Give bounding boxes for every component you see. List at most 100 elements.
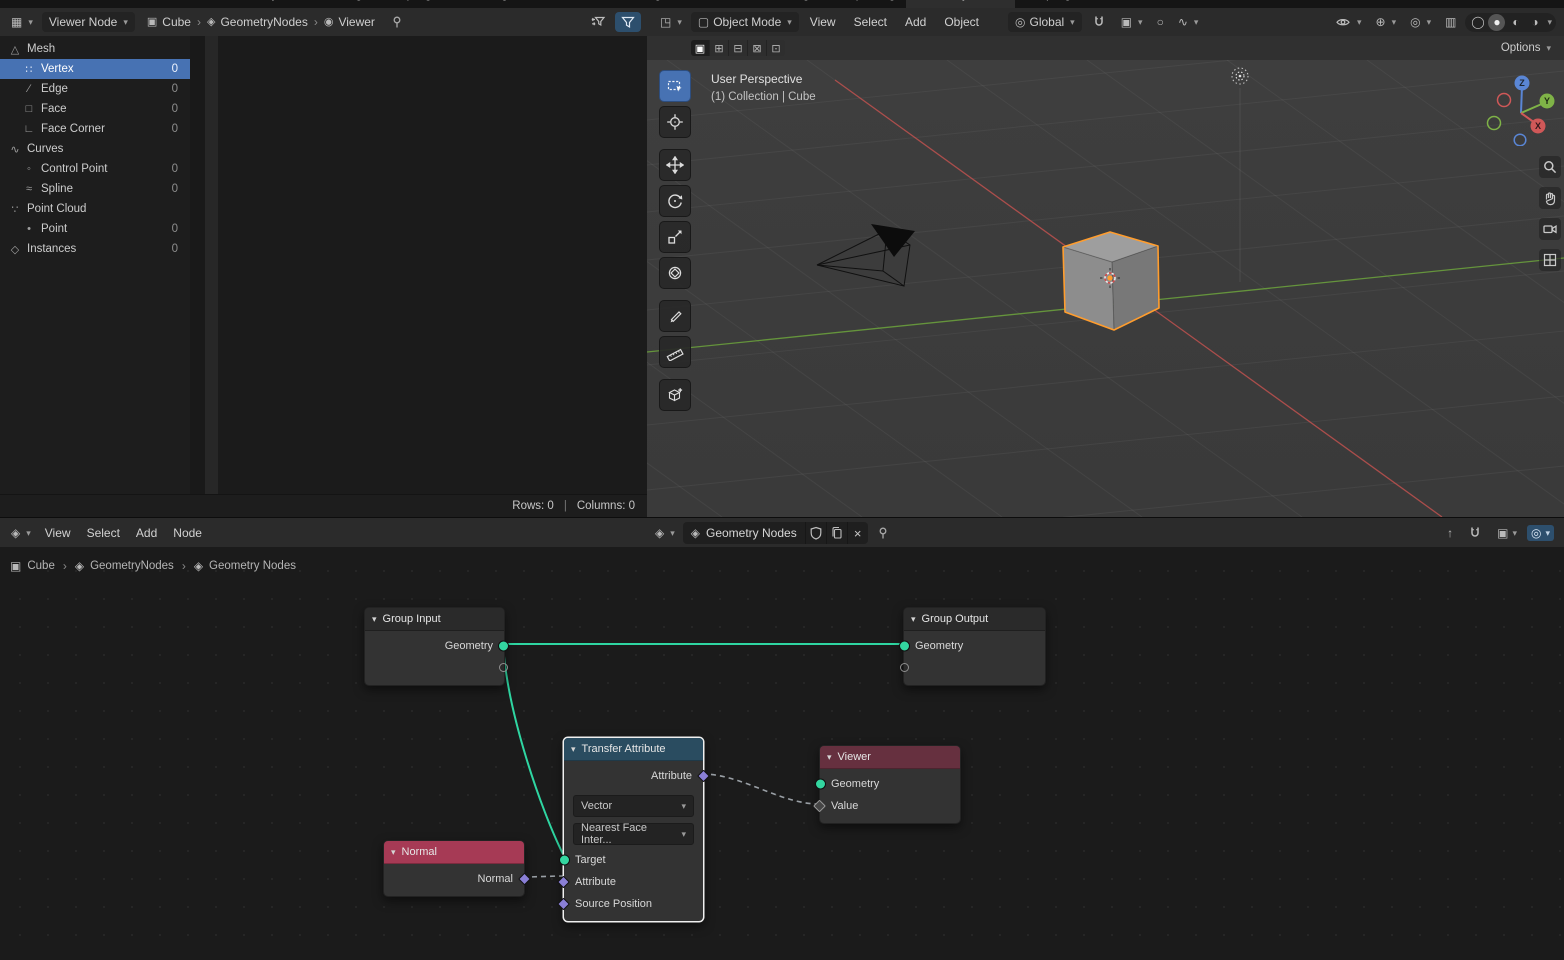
- fake-user-toggle[interactable]: [805, 522, 826, 544]
- node-header[interactable]: ▾ Group Output: [904, 608, 1045, 631]
- shading-rendered-button[interactable]: ◑: [1526, 14, 1543, 31]
- pan-button[interactable]: [1539, 187, 1561, 209]
- breadcrumb-viewer[interactable]: ◉ Viewer: [324, 15, 375, 29]
- shading-material-button[interactable]: ◐: [1507, 14, 1524, 31]
- tool-cursor[interactable]: [659, 106, 691, 138]
- zoom-button[interactable]: [1539, 156, 1561, 178]
- data-type-dropdown[interactable]: Vector ▾: [573, 795, 694, 817]
- light-object[interactable]: [1232, 68, 1248, 84]
- camera-object[interactable]: [817, 224, 915, 286]
- mapping-dropdown[interactable]: Nearest Face Inter... ▾: [573, 823, 694, 845]
- menu-select[interactable]: Select: [80, 523, 127, 543]
- node-group-output[interactable]: ▾ Group Output Geometry: [903, 607, 1046, 686]
- workspace-tab-geometry-nodes[interactable]: Geometry Nodes: [906, 0, 1015, 8]
- menu-object[interactable]: Object: [937, 12, 986, 32]
- proportional-editing-toggle[interactable]: ○: [1152, 14, 1169, 30]
- workspace-tab-layout[interactable]: Layout: [248, 0, 305, 8]
- select-mode-extend[interactable]: ⊞: [710, 40, 729, 56]
- shading-wireframe-button[interactable]: ◯: [1469, 14, 1486, 31]
- node-header[interactable]: ▾ Transfer Attribute: [564, 738, 703, 761]
- select-mode-invert[interactable]: ⊠: [748, 40, 767, 56]
- link-groupinput-target[interactable]: [503, 644, 563, 854]
- tool-rotate[interactable]: [659, 185, 691, 217]
- show-gizmo-dropdown[interactable]: ⊕ ▾: [1371, 14, 1402, 30]
- node-header[interactable]: ▾ Normal: [384, 841, 524, 864]
- tree-row-point[interactable]: • Point 0: [0, 219, 190, 239]
- unlink-button[interactable]: ×: [847, 522, 868, 544]
- link-attribute-value[interactable]: [702, 774, 819, 804]
- go-to-parent-button[interactable]: ↑: [1443, 525, 1457, 541]
- tree-row-curves[interactable]: ∿ Curves: [0, 139, 190, 159]
- workspace-tab-uv-editing[interactable]: UV Editing: [443, 0, 519, 8]
- tool-select-box[interactable]: [659, 70, 691, 102]
- new-copy-button[interactable]: [826, 522, 847, 544]
- editor-type-button[interactable]: ◳ ▾: [655, 14, 687, 30]
- tool-transform[interactable]: [659, 257, 691, 289]
- xray-toggle[interactable]: ▥: [1440, 14, 1461, 30]
- snap-with-dropdown[interactable]: ▣ ▾: [1493, 525, 1521, 541]
- nodetree-name-field[interactable]: ◈ Geometry Nodes: [683, 522, 805, 544]
- filter-button[interactable]: [615, 12, 641, 32]
- workspace-tab-rendering[interactable]: Rendering: [745, 0, 820, 8]
- tree-row-edge[interactable]: ∕ Edge 0: [0, 79, 190, 99]
- workspace-tab-animation[interactable]: Animation: [672, 0, 745, 8]
- select-mode-set[interactable]: ▣: [691, 40, 710, 56]
- tool-add-cube[interactable]: [659, 379, 691, 411]
- snap-toggle[interactable]: [1086, 12, 1112, 32]
- snap-toggle[interactable]: [1463, 523, 1487, 543]
- menu-node[interactable]: Node: [166, 523, 209, 543]
- transform-orientation-dropdown[interactable]: ◎ Global ▾: [1008, 12, 1082, 32]
- pin-button[interactable]: [871, 524, 895, 542]
- tool-annotate[interactable]: [659, 300, 691, 332]
- show-overlays-toggle[interactable]: ◎ ▾: [1527, 525, 1554, 541]
- menu-view[interactable]: View: [803, 12, 843, 32]
- collapse-icon[interactable]: ▾: [391, 847, 396, 858]
- cube-object[interactable]: [1063, 232, 1159, 330]
- editor-type-button[interactable]: ▦ ▾: [6, 14, 38, 30]
- proportional-falloff-dropdown[interactable]: ∿ ▾: [1173, 14, 1204, 30]
- object-visibility-dropdown[interactable]: ▾: [1330, 12, 1367, 32]
- navigation-gizmo[interactable]: Z Y X: [1478, 68, 1556, 146]
- workspace-tab-modeling[interactable]: Modeling: [305, 0, 374, 8]
- node-viewer[interactable]: ▾ Viewer Geometry Value: [819, 745, 961, 824]
- axis-neg-y-ball[interactable]: [1488, 117, 1501, 130]
- collapse-icon[interactable]: ▾: [911, 614, 916, 625]
- workspace-tab-sculpting[interactable]: Sculpting: [373, 0, 442, 8]
- menu-select[interactable]: Select: [847, 12, 894, 32]
- shading-solid-button[interactable]: ●: [1488, 14, 1505, 31]
- collapse-icon[interactable]: ▾: [827, 752, 832, 763]
- browse-nodetree-button[interactable]: ◈ ▾: [650, 525, 680, 541]
- tool-scale[interactable]: [659, 221, 691, 253]
- tool-measure[interactable]: [659, 336, 691, 368]
- virtual-input-socket[interactable]: [900, 663, 909, 672]
- workspace-tab-compositing[interactable]: Compositing: [820, 0, 906, 8]
- node-transfer-attribute[interactable]: ▾ Transfer Attribute Attribute Vector ▾ …: [563, 737, 704, 922]
- geometry-input-socket[interactable]: [815, 779, 826, 790]
- workspace-tab-texture-paint[interactable]: Texture Paint: [519, 0, 608, 8]
- snap-with-dropdown[interactable]: ▣ ▾: [1116, 14, 1148, 30]
- viewer-node-dropdown[interactable]: Viewer Node ▾: [42, 12, 135, 32]
- node-group-input[interactable]: ▾ Group Input Geometry: [364, 607, 505, 686]
- collapse-icon[interactable]: ▾: [571, 744, 576, 755]
- node-editor-canvas[interactable]: ▣ Cube › ◈ GeometryNodes › ◈ Geometry No…: [0, 547, 1564, 960]
- tree-row-control-point[interactable]: ◦ Control Point 0: [0, 159, 190, 179]
- axis-neg-z-ball[interactable]: [1514, 134, 1526, 146]
- menu-add[interactable]: Add: [129, 523, 164, 543]
- tree-row-face-corner[interactable]: ∟ Face Corner 0: [0, 119, 190, 139]
- viewport-canvas[interactable]: User Perspective (1) Collection | Cube: [647, 60, 1564, 517]
- collapse-icon[interactable]: ▾: [372, 614, 377, 625]
- node-header[interactable]: ▾ Group Input: [365, 608, 504, 631]
- show-overlays-dropdown[interactable]: ◎ ▾: [1405, 14, 1436, 30]
- tree-row-instances[interactable]: ◇ Instances 0: [0, 239, 190, 259]
- geometry-output-socket[interactable]: [498, 641, 509, 652]
- axis-neg-x-ball[interactable]: [1498, 94, 1511, 107]
- target-input-socket[interactable]: [559, 855, 570, 866]
- select-mode-subtract[interactable]: ⊟: [729, 40, 748, 56]
- tool-move[interactable]: [659, 149, 691, 181]
- node-normal[interactable]: ▾ Normal Normal: [383, 840, 525, 897]
- breadcrumb-object[interactable]: ▣ Cube: [147, 15, 191, 29]
- tree-row-point-cloud[interactable]: ∵ Point Cloud: [0, 199, 190, 219]
- camera-view-button[interactable]: [1539, 218, 1561, 240]
- tree-row-mesh[interactable]: △ Mesh: [0, 39, 190, 59]
- node-header[interactable]: ▾ Viewer: [820, 746, 960, 769]
